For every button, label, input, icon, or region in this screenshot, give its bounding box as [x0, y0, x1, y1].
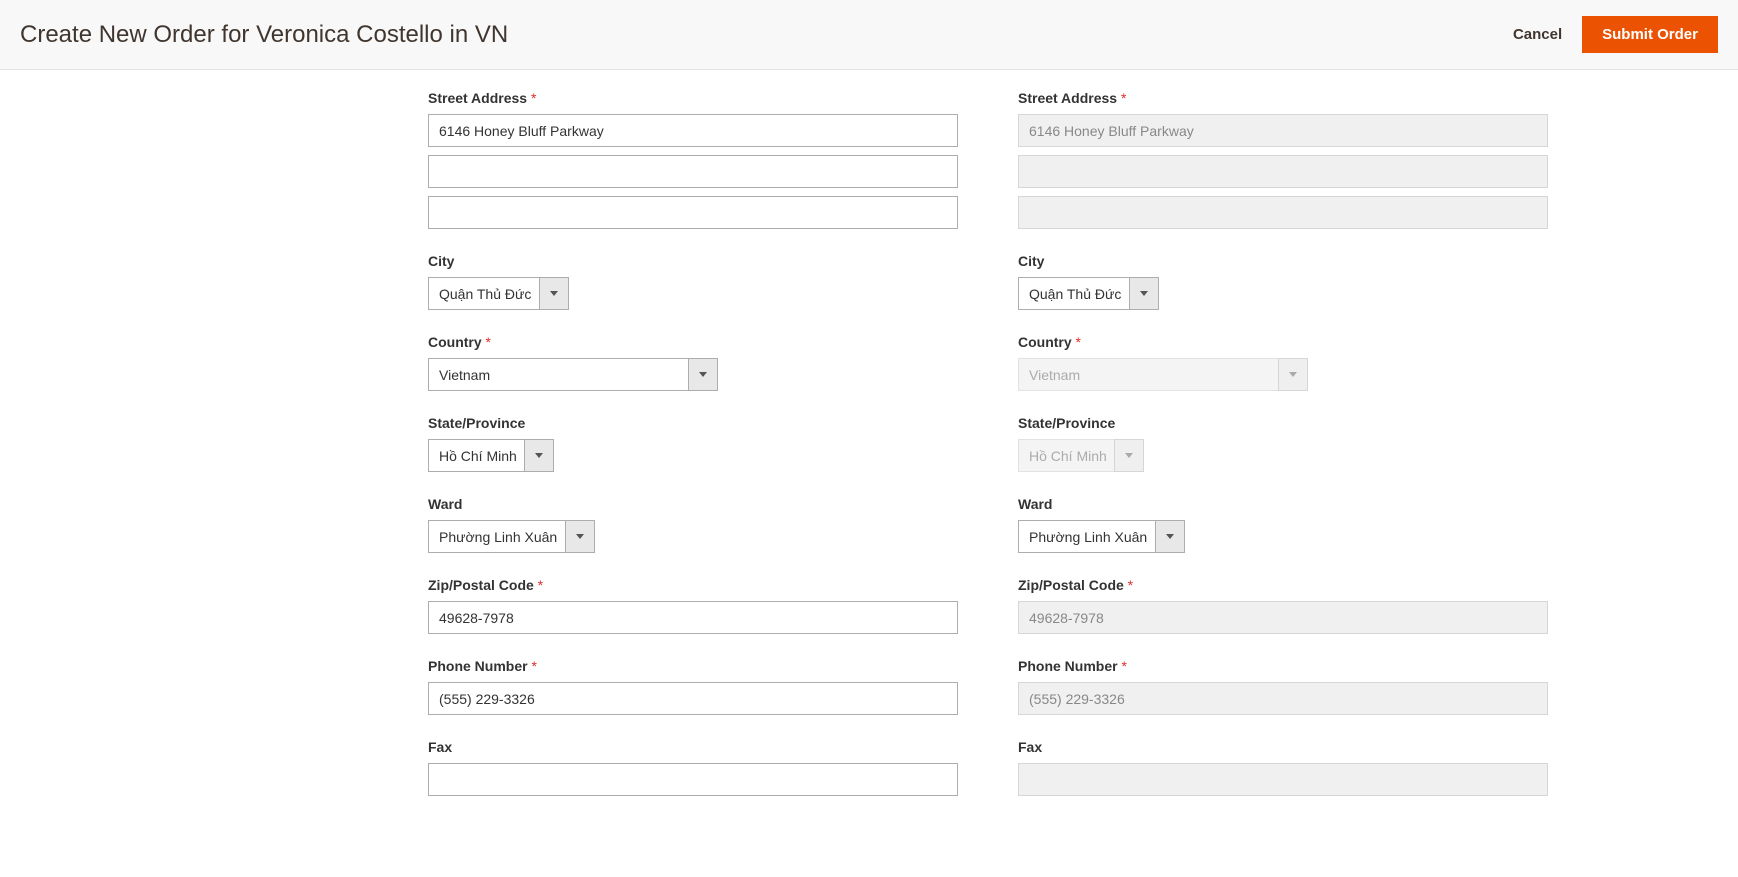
- shipping-zip-group: Zip/Postal Code: [1018, 577, 1548, 634]
- shipping-street-2-input: [1018, 155, 1548, 188]
- billing-ward-label: Ward: [428, 496, 958, 512]
- shipping-zip-input: [1018, 601, 1548, 634]
- shipping-city-label: City: [1018, 253, 1548, 269]
- billing-state-select[interactable]: Hồ Chí Minh: [428, 439, 554, 472]
- billing-zip-group: Zip/Postal Code: [428, 577, 958, 634]
- shipping-street-3-input: [1018, 196, 1548, 229]
- billing-ward-select-wrapper: Phường Linh Xuân: [428, 520, 595, 553]
- shipping-address-column: Street Address City Quận Thủ Đức Country…: [1018, 90, 1548, 820]
- shipping-phone-label: Phone Number: [1018, 658, 1548, 674]
- shipping-city-select-wrapper: Quận Thủ Đức: [1018, 277, 1159, 310]
- billing-zip-label: Zip/Postal Code: [428, 577, 958, 593]
- shipping-phone-group: Phone Number: [1018, 658, 1548, 715]
- billing-street-label: Street Address: [428, 90, 958, 106]
- shipping-ward-select[interactable]: Phường Linh Xuân: [1018, 520, 1185, 553]
- shipping-city-select[interactable]: Quận Thủ Đức: [1018, 277, 1159, 310]
- shipping-country-select: Vietnam: [1018, 358, 1308, 391]
- shipping-phone-input: [1018, 682, 1548, 715]
- billing-city-label: City: [428, 253, 958, 269]
- shipping-ward-label: Ward: [1018, 496, 1548, 512]
- shipping-country-select-wrapper: Vietnam: [1018, 358, 1308, 391]
- shipping-state-label: State/Province: [1018, 415, 1548, 431]
- shipping-ward-select-wrapper: Phường Linh Xuân: [1018, 520, 1185, 553]
- shipping-zip-label: Zip/Postal Code: [1018, 577, 1548, 593]
- billing-state-group: State/Province Hồ Chí Minh: [428, 415, 958, 472]
- shipping-country-label: Country: [1018, 334, 1548, 350]
- shipping-state-select: Hồ Chí Minh: [1018, 439, 1144, 472]
- shipping-street-group: Street Address: [1018, 90, 1548, 229]
- billing-fax-label: Fax: [428, 739, 958, 755]
- billing-street-1-input[interactable]: [428, 114, 958, 147]
- shipping-fax-label: Fax: [1018, 739, 1548, 755]
- billing-city-select[interactable]: Quận Thủ Đức: [428, 277, 569, 310]
- billing-ward-group: Ward Phường Linh Xuân: [428, 496, 958, 553]
- shipping-country-group: Country Vietnam: [1018, 334, 1548, 391]
- shipping-state-group: State/Province Hồ Chí Minh: [1018, 415, 1548, 472]
- billing-country-select-wrapper: Vietnam: [428, 358, 718, 391]
- billing-city-select-wrapper: Quận Thủ Đức: [428, 277, 569, 310]
- shipping-fax-input: [1018, 763, 1548, 796]
- billing-street-group: Street Address: [428, 90, 958, 229]
- billing-street-2-input[interactable]: [428, 155, 958, 188]
- header-actions: Cancel Submit Order: [1513, 16, 1718, 53]
- billing-state-label: State/Province: [428, 415, 958, 431]
- billing-phone-label: Phone Number: [428, 658, 958, 674]
- billing-phone-group: Phone Number: [428, 658, 958, 715]
- billing-state-select-wrapper: Hồ Chí Minh: [428, 439, 554, 472]
- billing-country-label: Country: [428, 334, 958, 350]
- cancel-button[interactable]: Cancel: [1513, 26, 1562, 43]
- shipping-state-select-wrapper: Hồ Chí Minh: [1018, 439, 1144, 472]
- billing-ward-select[interactable]: Phường Linh Xuân: [428, 520, 595, 553]
- shipping-fax-group: Fax: [1018, 739, 1548, 796]
- shipping-street-1-input: [1018, 114, 1548, 147]
- billing-country-group: Country Vietnam: [428, 334, 958, 391]
- billing-phone-input[interactable]: [428, 682, 958, 715]
- page-title: Create New Order for Veronica Costello i…: [20, 21, 508, 49]
- billing-country-select[interactable]: Vietnam: [428, 358, 718, 391]
- page-header: Create New Order for Veronica Costello i…: [0, 0, 1738, 70]
- billing-street-3-input[interactable]: [428, 196, 958, 229]
- shipping-street-label: Street Address: [1018, 90, 1548, 106]
- billing-city-group: City Quận Thủ Đức: [428, 253, 958, 310]
- shipping-ward-group: Ward Phường Linh Xuân: [1018, 496, 1548, 553]
- shipping-city-group: City Quận Thủ Đức: [1018, 253, 1548, 310]
- billing-address-column: Street Address City Quận Thủ Đức Country…: [428, 90, 958, 820]
- billing-fax-group: Fax: [428, 739, 958, 796]
- submit-order-button[interactable]: Submit Order: [1582, 16, 1718, 53]
- billing-fax-input[interactable]: [428, 763, 958, 796]
- form-container: Street Address City Quận Thủ Đức Country…: [428, 70, 1718, 840]
- billing-zip-input[interactable]: [428, 601, 958, 634]
